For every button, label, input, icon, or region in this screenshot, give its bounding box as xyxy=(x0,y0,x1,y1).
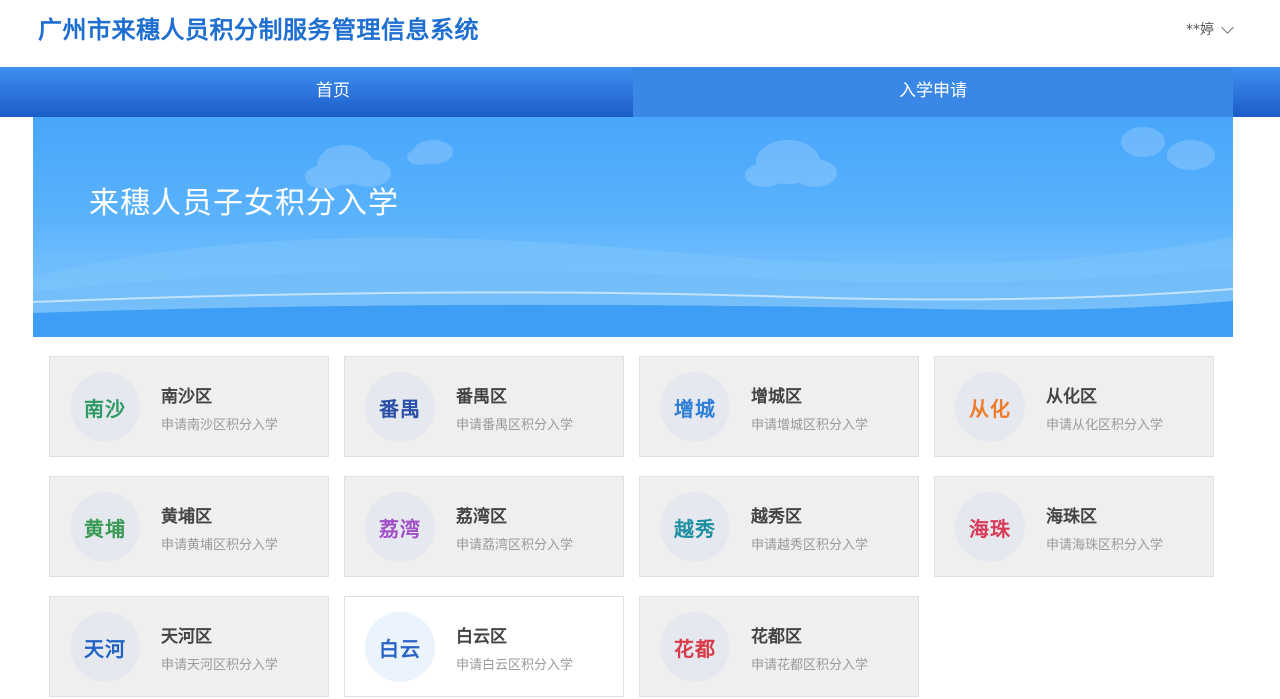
baiyun-logo-icon: 白云 xyxy=(365,612,435,682)
district-description: 申请海珠区积分入学 xyxy=(1046,538,1164,553)
tab-home[interactable]: 首页 xyxy=(33,67,633,117)
district-description: 申请天河区积分入学 xyxy=(161,658,279,673)
district-name: 荔湾区 xyxy=(456,507,507,527)
zengcheng-logo-icon: 增城 xyxy=(660,372,730,442)
district-description: 申请黄埔区积分入学 xyxy=(161,538,279,553)
district-card-huangpu[interactable]: 黄埔 黄埔区 申请黄埔区积分入学 xyxy=(49,476,329,577)
user-name: **婷 xyxy=(1186,22,1214,38)
header: 广州市来穗人员积分制服务管理信息系统 **婷 xyxy=(0,0,1280,67)
district-card-baiyun[interactable]: 白云 白云区 申请白云区积分入学 xyxy=(344,596,624,697)
district-name: 花都区 xyxy=(751,627,802,647)
district-card-huadu[interactable]: 花都 花都区 申请花都区积分入学 xyxy=(639,596,919,697)
district-description: 申请从化区积分入学 xyxy=(1046,418,1164,433)
yuexiu-logo-icon: 越秀 xyxy=(660,492,730,562)
district-description: 申请增城区积分入学 xyxy=(751,418,869,433)
district-card-yuexiu[interactable]: 越秀 越秀区 申请越秀区积分入学 xyxy=(639,476,919,577)
district-card-conghua[interactable]: 从化 从化区 申请从化区积分入学 xyxy=(934,356,1214,457)
nansha-logo-icon: 南沙 xyxy=(70,372,140,442)
user-menu[interactable]: **婷 xyxy=(1186,19,1234,39)
chevron-down-icon xyxy=(1221,20,1234,34)
main-nav: 首页 入学申请 xyxy=(0,67,1280,117)
nav-tabs: 首页 入学申请 xyxy=(33,67,1233,117)
district-card-nansha[interactable]: 南沙 南沙区 申请南沙区积分入学 xyxy=(49,356,329,457)
district-description: 申请越秀区积分入学 xyxy=(751,538,869,553)
district-name: 黄埔区 xyxy=(161,507,212,527)
district-name: 增城区 xyxy=(751,387,802,407)
district-description: 申请花都区积分入学 xyxy=(751,658,869,673)
district-name: 越秀区 xyxy=(751,507,802,527)
district-name: 白云区 xyxy=(456,627,507,647)
district-card-haizhu[interactable]: 海珠 海珠区 申请海珠区积分入学 xyxy=(934,476,1214,577)
banner: 来穗人员子女积分入学 xyxy=(33,117,1233,337)
tab-enrollment-application[interactable]: 入学申请 xyxy=(633,67,1233,117)
liwan-logo-icon: 荔湾 xyxy=(365,492,435,562)
banner-background xyxy=(33,127,1233,337)
banner-title: 来穗人员子女积分入学 xyxy=(89,186,399,221)
tianhe-logo-icon: 天河 xyxy=(70,612,140,682)
district-card-tianhe[interactable]: 天河 天河区 申请天河区积分入学 xyxy=(49,596,329,697)
district-description: 申请荔湾区积分入学 xyxy=(456,538,574,553)
district-name: 海珠区 xyxy=(1046,507,1097,527)
district-name: 从化区 xyxy=(1046,387,1097,407)
district-name: 番禺区 xyxy=(456,387,507,407)
district-description: 申请白云区积分入学 xyxy=(456,658,574,673)
haizhu-logo-icon: 海珠 xyxy=(955,492,1025,562)
huangpu-logo-icon: 黄埔 xyxy=(70,492,140,562)
conghua-logo-icon: 从化 xyxy=(955,372,1025,442)
district-card-panyu[interactable]: 番禺 番禺区 申请番禺区积分入学 xyxy=(344,356,624,457)
site-title: 广州市来穗人员积分制服务管理信息系统 xyxy=(38,16,479,44)
district-name: 天河区 xyxy=(161,627,212,647)
district-card-liwan[interactable]: 荔湾 荔湾区 申请荔湾区积分入学 xyxy=(344,476,624,577)
district-description: 申请南沙区积分入学 xyxy=(161,418,279,433)
district-description: 申请番禺区积分入学 xyxy=(456,418,574,433)
huadu-logo-icon: 花都 xyxy=(660,612,730,682)
district-card-zengcheng[interactable]: 增城 增城区 申请增城区积分入学 xyxy=(639,356,919,457)
panyu-logo-icon: 番禺 xyxy=(365,372,435,442)
district-name: 南沙区 xyxy=(161,387,212,407)
